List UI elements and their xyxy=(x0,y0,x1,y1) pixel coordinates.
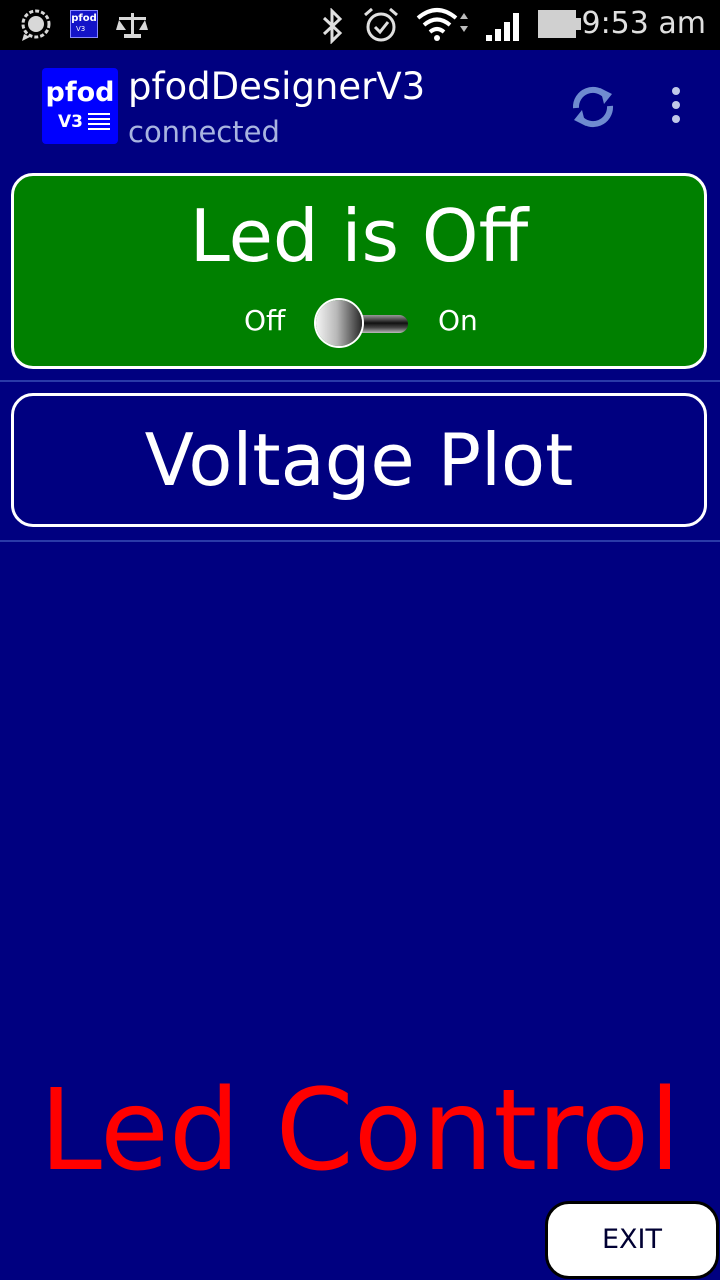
mini-logo-top: pfod xyxy=(71,13,97,24)
voltage-plot-button[interactable]: Voltage Plot xyxy=(11,393,707,527)
footer-title: Led Control xyxy=(39,1066,681,1196)
overflow-menu-icon[interactable] xyxy=(660,84,692,128)
exit-button[interactable]: EXIT xyxy=(545,1201,719,1279)
battery-icon xyxy=(538,10,581,38)
led-status-label: Led is Off xyxy=(189,194,529,278)
connection-status: connected xyxy=(128,115,280,149)
app-logo-version: V3 xyxy=(58,112,83,132)
list-lines-icon xyxy=(88,113,110,130)
app-logo: pfod V3 xyxy=(42,68,118,144)
app-title: pfodDesignerV3 xyxy=(128,65,426,108)
switch-off-label: Off xyxy=(244,304,286,337)
bluetooth-icon xyxy=(322,8,343,44)
pfod-app-icon: pfod V3 xyxy=(70,10,98,38)
status-bar: pfod V3 9:53 am xyxy=(0,0,720,50)
action-bar: pfod V3 pfodDesignerV3 connected xyxy=(0,50,720,168)
status-time: 9:53 am xyxy=(581,6,706,41)
chat-bubble-icon xyxy=(21,9,51,41)
led-toggle-button[interactable]: Led is Off Off On xyxy=(11,173,707,369)
wifi-icon xyxy=(416,8,468,41)
toggle-thumb[interactable] xyxy=(316,300,362,346)
refresh-icon[interactable] xyxy=(566,80,620,134)
led-toggle-switch[interactable] xyxy=(314,298,410,350)
alarm-icon xyxy=(364,7,398,42)
voltage-plot-label: Voltage Plot xyxy=(144,418,574,502)
switch-on-label: On xyxy=(438,304,478,337)
app-logo-text: pfod xyxy=(45,77,115,108)
scales-icon xyxy=(116,13,148,38)
mini-logo-bottom: V3 xyxy=(76,25,86,33)
divider xyxy=(0,380,720,382)
divider xyxy=(0,540,720,542)
signal-icon xyxy=(486,13,519,41)
